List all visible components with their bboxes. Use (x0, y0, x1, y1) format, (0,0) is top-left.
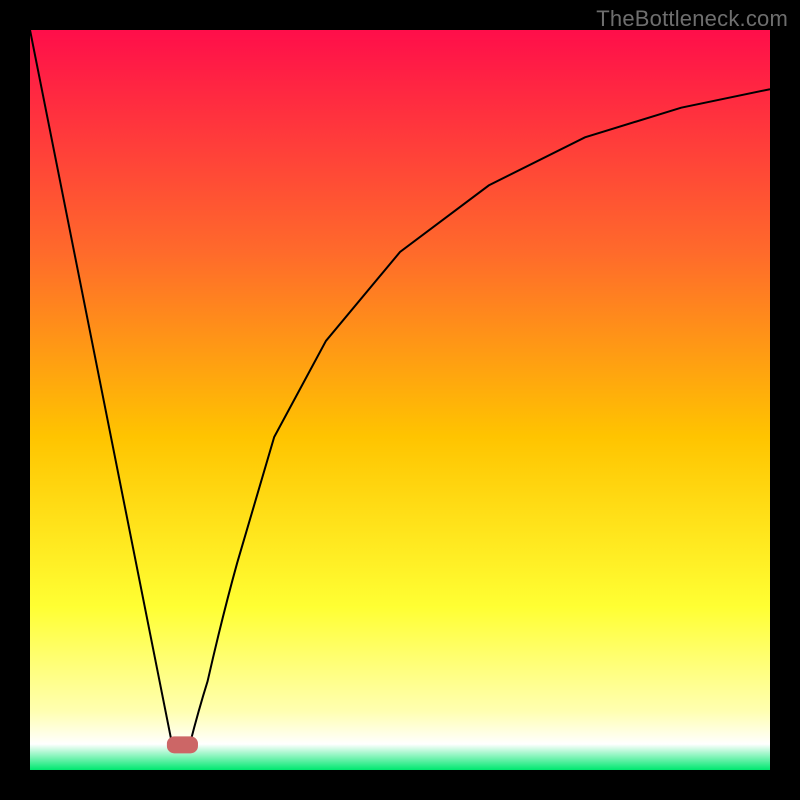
chart-plot-area (30, 30, 770, 770)
gradient-background (30, 30, 770, 770)
watermark-text: TheBottleneck.com (596, 6, 788, 32)
vertex-marker (167, 736, 198, 753)
chart-frame: TheBottleneck.com (0, 0, 800, 800)
chart-svg (30, 30, 770, 770)
